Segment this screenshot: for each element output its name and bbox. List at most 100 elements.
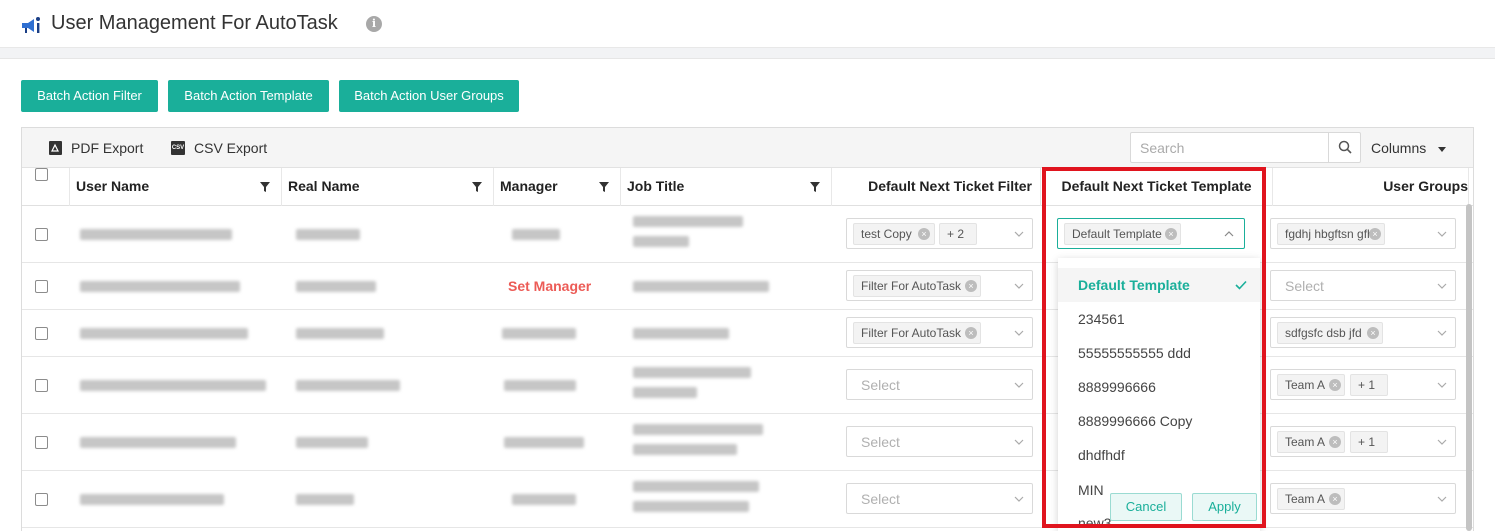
dropdown-cancel-button[interactable]: Cancel bbox=[1110, 493, 1182, 521]
default-filter-select[interactable]: Filter For AutoTask × bbox=[846, 317, 1033, 348]
group-tag: sdfgsfc dsb jfd × bbox=[1277, 322, 1383, 344]
tag-remove-icon[interactable]: × bbox=[918, 228, 930, 240]
template-tag: Default Template × bbox=[1064, 223, 1181, 245]
tag-label: Team A bbox=[1285, 492, 1326, 506]
user-name-redacted bbox=[80, 437, 236, 448]
tag-label: Filter For AutoTask bbox=[861, 326, 962, 340]
user-groups-select[interactable]: Team A × bbox=[1270, 483, 1456, 514]
select-placeholder: Select bbox=[1285, 278, 1324, 294]
dropdown-option[interactable]: 55555555555 ddd bbox=[1078, 345, 1191, 361]
tag-remove-icon[interactable]: × bbox=[1329, 493, 1341, 505]
select-placeholder: Select bbox=[861, 434, 900, 450]
row-checkbox[interactable] bbox=[35, 379, 48, 392]
chevron-down-icon bbox=[1014, 231, 1024, 237]
job-title-redacted bbox=[633, 387, 697, 398]
chevron-up-icon bbox=[1224, 231, 1234, 237]
real-name-redacted bbox=[296, 380, 400, 391]
row-checkbox[interactable] bbox=[35, 436, 48, 449]
manager-redacted bbox=[504, 437, 584, 448]
table-header: User Name Real Name Manager Job Title De… bbox=[22, 168, 1473, 206]
user-groups-select[interactable]: fgdhj hbgftsn gfh × bbox=[1270, 218, 1456, 249]
chevron-down-icon bbox=[1014, 382, 1024, 388]
more-tag: + 1 bbox=[1350, 431, 1388, 453]
tag-remove-icon[interactable]: × bbox=[1367, 327, 1379, 339]
group-tag: Team A × bbox=[1277, 431, 1345, 453]
default-filter-select[interactable]: Select bbox=[846, 369, 1033, 400]
real-name-redacted bbox=[296, 328, 384, 339]
column-header-job-title[interactable]: Job Title bbox=[621, 168, 832, 206]
pdf-export-label: PDF Export bbox=[71, 140, 144, 156]
column-header-default-template[interactable]: Default Next Ticket Template bbox=[1041, 168, 1273, 206]
select-all-checkbox[interactable] bbox=[35, 168, 48, 181]
tag-remove-icon[interactable]: × bbox=[965, 327, 977, 339]
batch-action-user-groups-button[interactable]: Batch Action User Groups bbox=[339, 80, 519, 112]
manager-redacted bbox=[502, 328, 576, 339]
tag-remove-icon[interactable]: × bbox=[965, 280, 977, 292]
info-icon[interactable]: i bbox=[366, 16, 382, 32]
batch-action-filter-button[interactable]: Batch Action Filter bbox=[21, 80, 158, 112]
pdf-export-button[interactable]: PDF Export bbox=[49, 140, 143, 156]
tag-label: Default Template bbox=[1072, 227, 1162, 241]
user-name-redacted bbox=[80, 281, 240, 292]
row-checkbox[interactable] bbox=[35, 327, 48, 340]
csv-export-button[interactable]: CSV CSV Export bbox=[171, 140, 267, 156]
manager-redacted bbox=[512, 229, 560, 240]
job-title-header-label: Job Title bbox=[627, 178, 685, 194]
job-title-redacted bbox=[633, 444, 737, 455]
default-filter-select[interactable]: test Copy × + 2 bbox=[846, 218, 1033, 249]
select-placeholder: Select bbox=[861, 491, 900, 507]
job-title-redacted bbox=[633, 281, 769, 292]
default-filter-select[interactable]: Select bbox=[846, 483, 1033, 514]
tag-label: Team A bbox=[1285, 378, 1326, 392]
set-manager-link[interactable]: Set Manager bbox=[508, 278, 591, 294]
pdf-icon bbox=[49, 141, 62, 155]
default-filter-select[interactable]: Select bbox=[846, 426, 1033, 457]
user-name-redacted bbox=[80, 494, 224, 505]
table-scrollbar[interactable] bbox=[1466, 204, 1472, 531]
tag-remove-icon[interactable]: × bbox=[1329, 436, 1341, 448]
job-title-redacted bbox=[633, 501, 749, 512]
real-name-redacted bbox=[296, 281, 376, 292]
dropdown-option[interactable]: 8889996666 Copy bbox=[1078, 413, 1192, 429]
dropdown-option[interactable]: new3 bbox=[1078, 515, 1111, 531]
column-header-user-groups[interactable]: User Groups bbox=[1273, 168, 1469, 206]
user-groups-select[interactable]: Select bbox=[1270, 270, 1456, 301]
columns-dropdown[interactable]: Columns bbox=[1371, 140, 1447, 156]
user-groups-select[interactable]: sdfgsfc dsb jfd × bbox=[1270, 317, 1456, 348]
default-template-select[interactable]: Default Template × bbox=[1057, 218, 1245, 249]
search-input[interactable] bbox=[1131, 133, 1328, 162]
chevron-down-icon bbox=[1437, 283, 1447, 289]
row-checkbox[interactable] bbox=[35, 493, 48, 506]
row-checkbox[interactable] bbox=[35, 280, 48, 293]
filter-icon[interactable] bbox=[472, 182, 482, 192]
dropdown-apply-button[interactable]: Apply bbox=[1192, 493, 1257, 521]
tag-label: test Copy bbox=[861, 227, 912, 241]
batch-action-template-button[interactable]: Batch Action Template bbox=[168, 80, 329, 112]
filter-icon[interactable] bbox=[810, 182, 820, 192]
column-header-user-name[interactable]: User Name bbox=[70, 168, 282, 206]
column-header-default-filter[interactable]: Default Next Ticket Filter bbox=[832, 168, 1041, 206]
search-button[interactable] bbox=[1328, 133, 1360, 162]
default-filter-select[interactable]: Filter For AutoTask × bbox=[846, 270, 1033, 301]
dropdown-option[interactable]: 234561 bbox=[1078, 311, 1125, 327]
dropdown-option[interactable]: 8889996666 bbox=[1078, 379, 1156, 395]
row-checkbox[interactable] bbox=[35, 228, 48, 241]
search-icon bbox=[1338, 140, 1352, 154]
filter-icon[interactable] bbox=[260, 182, 270, 192]
job-title-redacted bbox=[633, 424, 763, 435]
dropdown-option[interactable]: MIN bbox=[1078, 482, 1104, 498]
user-groups-select[interactable]: Team A × + 1 bbox=[1270, 426, 1456, 457]
user-groups-select[interactable]: Team A × + 1 bbox=[1270, 369, 1456, 400]
tag-remove-icon[interactable]: × bbox=[1329, 379, 1341, 391]
caret-down-icon bbox=[1438, 146, 1447, 152]
chevron-down-icon bbox=[1437, 496, 1447, 502]
dropdown-option-selected[interactable]: Default Template bbox=[1078, 277, 1190, 293]
column-header-manager[interactable]: Manager bbox=[494, 168, 621, 206]
more-tag: + 1 bbox=[1350, 374, 1388, 396]
filter-tag: test Copy × bbox=[853, 223, 935, 245]
filter-icon[interactable] bbox=[599, 182, 609, 192]
tag-remove-icon[interactable]: × bbox=[1165, 228, 1177, 240]
tag-remove-icon[interactable]: × bbox=[1369, 228, 1381, 240]
dropdown-option[interactable]: dhdfhdf bbox=[1078, 447, 1125, 463]
column-header-real-name[interactable]: Real Name bbox=[282, 168, 494, 206]
